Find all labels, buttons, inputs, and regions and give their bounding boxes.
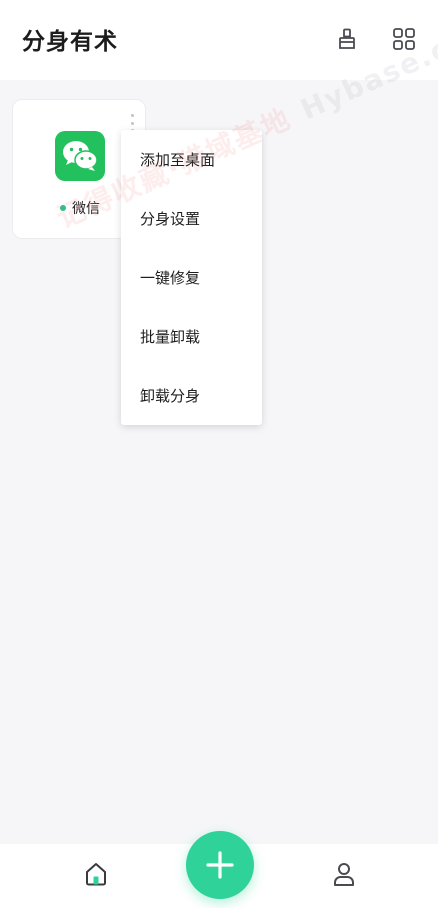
tab-home[interactable] — [74, 852, 118, 896]
menu-item-one-click-repair[interactable]: 一键修复 — [121, 248, 262, 307]
tab-profile[interactable] — [322, 852, 366, 896]
grid-icon — [393, 28, 415, 50]
user-icon — [334, 863, 354, 886]
more-dot-icon — [130, 121, 134, 125]
home-icon — [86, 863, 106, 886]
app-grid-button[interactable] — [387, 22, 421, 56]
app-name-label: 微信 — [72, 201, 100, 217]
more-dot-icon — [130, 114, 134, 117]
menu-item-add-to-desktop[interactable]: 添加至桌面 — [121, 130, 262, 189]
menu-item-batch-uninstall[interactable]: 批量卸载 — [121, 307, 262, 366]
status-dot — [60, 205, 66, 211]
page-title: 分身有术 — [22, 29, 118, 55]
brush-icon — [339, 28, 355, 49]
app-header: 分身有术 — [0, 0, 438, 80]
menu-item-clone-settings[interactable]: 分身设置 — [121, 189, 262, 248]
menu-item-uninstall-clone[interactable]: 卸载分身 — [121, 366, 262, 425]
app-context-menu: 添加至桌面 分身设置 一键修复 批量卸载 卸载分身 — [121, 130, 262, 425]
clean-button[interactable] — [330, 22, 364, 56]
wechat-icon — [63, 141, 98, 171]
wechat-app-icon[interactable] — [55, 131, 105, 181]
add-clone-button[interactable] — [186, 831, 254, 899]
plus-icon — [206, 851, 234, 879]
